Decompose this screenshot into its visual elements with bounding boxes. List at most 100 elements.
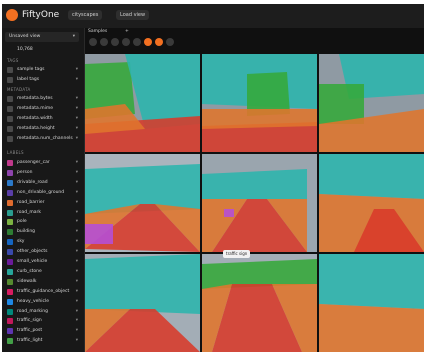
sidebar-row[interactable]: metadata.bytes ▾ — [5, 94, 81, 104]
sidebar-row[interactable]: metadata.num_channels ▾ — [5, 134, 81, 144]
chevron-down-icon[interactable]: ▾ — [76, 77, 78, 83]
checkbox-icon[interactable] — [7, 96, 13, 102]
sidebar-row[interactable]: traffic_light ▾ — [5, 336, 81, 346]
chevron-down-icon[interactable]: ▾ — [76, 229, 78, 235]
checkbox-icon[interactable] — [7, 219, 13, 226]
sidebar-row[interactable]: passenger_car ▾ — [5, 158, 81, 168]
chevron-down-icon[interactable]: ▾ — [76, 249, 78, 255]
checkbox-icon[interactable] — [7, 288, 13, 295]
sidebar-row[interactable]: sample tags ▾ — [5, 65, 81, 75]
chevron-down-icon[interactable]: ▾ — [76, 318, 78, 324]
sidebar-row[interactable]: other_objects ▾ — [5, 247, 81, 257]
sidebar-row[interactable]: traffic_sign ▾ — [5, 316, 81, 326]
sidebar-row[interactable]: sidewalk ▾ — [5, 277, 81, 287]
view-selector[interactable]: Unsaved view ▾ — [5, 32, 79, 42]
chevron-down-icon[interactable]: ▾ — [76, 136, 78, 142]
sample-thumbnail[interactable] — [85, 54, 200, 152]
sidebar-row[interactable]: metadata.mime ▾ — [5, 104, 81, 114]
sidebar-row[interactable]: drivable_road ▾ — [5, 178, 81, 188]
checkbox-icon[interactable] — [7, 338, 13, 345]
chevron-down-icon[interactable]: ▾ — [76, 190, 78, 196]
chevron-down-icon[interactable]: ▾ — [76, 269, 78, 275]
chevron-down-icon[interactable]: ▾ — [76, 328, 78, 334]
checkbox-icon[interactable] — [7, 249, 13, 256]
chevron-down-icon[interactable]: ▾ — [76, 239, 78, 245]
sidebar-row[interactable]: road_barrier ▾ — [5, 198, 81, 208]
chevron-down-icon[interactable]: ▾ — [76, 180, 78, 186]
sample-thumbnail[interactable] — [202, 254, 317, 352]
checkbox-icon[interactable] — [7, 328, 13, 335]
chevron-down-icon[interactable]: ▾ — [76, 338, 78, 344]
sidebar-row[interactable]: metadata.width ▾ — [5, 114, 81, 124]
sidebar-row[interactable]: heavy_vehicle ▾ — [5, 297, 81, 307]
sidebar-row[interactable]: building ▾ — [5, 227, 81, 237]
sidebar-row[interactable]: road_marking ▾ — [5, 307, 81, 317]
checkbox-icon[interactable] — [7, 77, 13, 83]
chevron-down-icon[interactable]: ▾ — [76, 126, 78, 132]
checkbox-icon[interactable] — [7, 298, 13, 305]
checkbox-icon[interactable] — [7, 189, 13, 196]
sample-thumbnail[interactable] — [85, 254, 200, 352]
chevron-down-icon[interactable]: ▾ — [76, 67, 78, 73]
sample-thumbnail[interactable] — [319, 254, 424, 352]
sample-thumbnail[interactable] — [202, 54, 317, 152]
checkbox-icon[interactable] — [7, 116, 13, 122]
chevron-down-icon[interactable]: ▾ — [76, 106, 78, 112]
checkbox-icon[interactable] — [7, 67, 13, 73]
checkbox-icon[interactable] — [7, 229, 13, 236]
chevron-down-icon[interactable]: ▾ — [76, 210, 78, 216]
chevron-down-icon[interactable]: ▾ — [76, 96, 78, 102]
sidebar-row[interactable]: person ▾ — [5, 168, 81, 178]
checkbox-icon[interactable] — [7, 199, 13, 206]
sidebar-row[interactable]: sky ▾ — [5, 237, 81, 247]
sidebar-row[interactable]: small_vehicle ▾ — [5, 257, 81, 267]
chevron-down-icon[interactable]: ▾ — [76, 259, 78, 265]
chevron-down-icon[interactable]: ▾ — [76, 219, 78, 225]
dataset-selector[interactable]: cityscapes — [68, 10, 103, 20]
checkbox-icon[interactable] — [7, 268, 13, 275]
sidebar-row[interactable]: curb_stone ▾ — [5, 267, 81, 277]
sample-thumbnail[interactable] — [202, 154, 317, 252]
operator-icon[interactable] — [155, 38, 163, 46]
filter-icon[interactable] — [122, 38, 130, 46]
sidebar-row[interactable]: metadata.height ▾ — [5, 124, 81, 134]
chevron-down-icon[interactable]: ▾ — [76, 170, 78, 176]
sidebar-row[interactable]: traffic_post ▾ — [5, 326, 81, 336]
sidebar-row[interactable]: label tags ▾ — [5, 75, 81, 85]
chevron-down-icon[interactable]: ▾ — [76, 116, 78, 122]
checkbox-icon[interactable] — [7, 278, 13, 285]
chevron-down-icon[interactable]: ▾ — [76, 289, 78, 295]
color-scheme-icon[interactable] — [144, 38, 152, 46]
sample-thumbnail[interactable] — [85, 154, 200, 252]
tab-samples[interactable]: Samples — [88, 29, 107, 35]
checkbox-icon[interactable] — [7, 308, 13, 315]
sidebar-row[interactable]: road_mark ▾ — [5, 208, 81, 218]
checkbox-icon[interactable] — [7, 179, 13, 186]
chevron-down-icon[interactable]: ▾ — [76, 309, 78, 315]
patches-icon[interactable] — [100, 38, 108, 46]
chevron-down-icon[interactable]: ▾ — [76, 299, 78, 305]
checkbox-icon[interactable] — [7, 239, 13, 246]
checkbox-icon[interactable] — [7, 160, 13, 166]
sample-thumbnail[interactable] — [319, 54, 424, 152]
chevron-down-icon[interactable]: ▾ — [76, 160, 78, 166]
sidebar-row[interactable]: traffic_guidance_object ▾ — [5, 287, 81, 297]
chevron-down-icon[interactable]: ▾ — [76, 200, 78, 206]
tag-icon[interactable] — [89, 38, 97, 46]
sample-thumbnail[interactable] — [319, 154, 424, 252]
sidebar-row[interactable]: non_drivable_ground ▾ — [5, 188, 81, 198]
checkbox-icon[interactable] — [7, 126, 13, 132]
load-view-button[interactable]: Load view — [116, 10, 150, 20]
checkbox-icon[interactable] — [7, 169, 13, 176]
add-tab-button[interactable]: + — [125, 29, 129, 35]
sidebar-row[interactable]: pole ▾ — [5, 217, 81, 227]
chevron-down-icon[interactable]: ▾ — [76, 279, 78, 285]
checkbox-icon[interactable] — [7, 259, 13, 265]
checkbox-icon[interactable] — [7, 106, 13, 112]
sort-icon[interactable] — [133, 38, 141, 46]
settings-icon[interactable] — [166, 38, 174, 46]
checkbox-icon[interactable] — [7, 318, 13, 325]
checkbox-icon[interactable] — [7, 209, 13, 216]
checkbox-icon[interactable] — [7, 136, 13, 142]
similarity-icon[interactable] — [111, 38, 119, 46]
